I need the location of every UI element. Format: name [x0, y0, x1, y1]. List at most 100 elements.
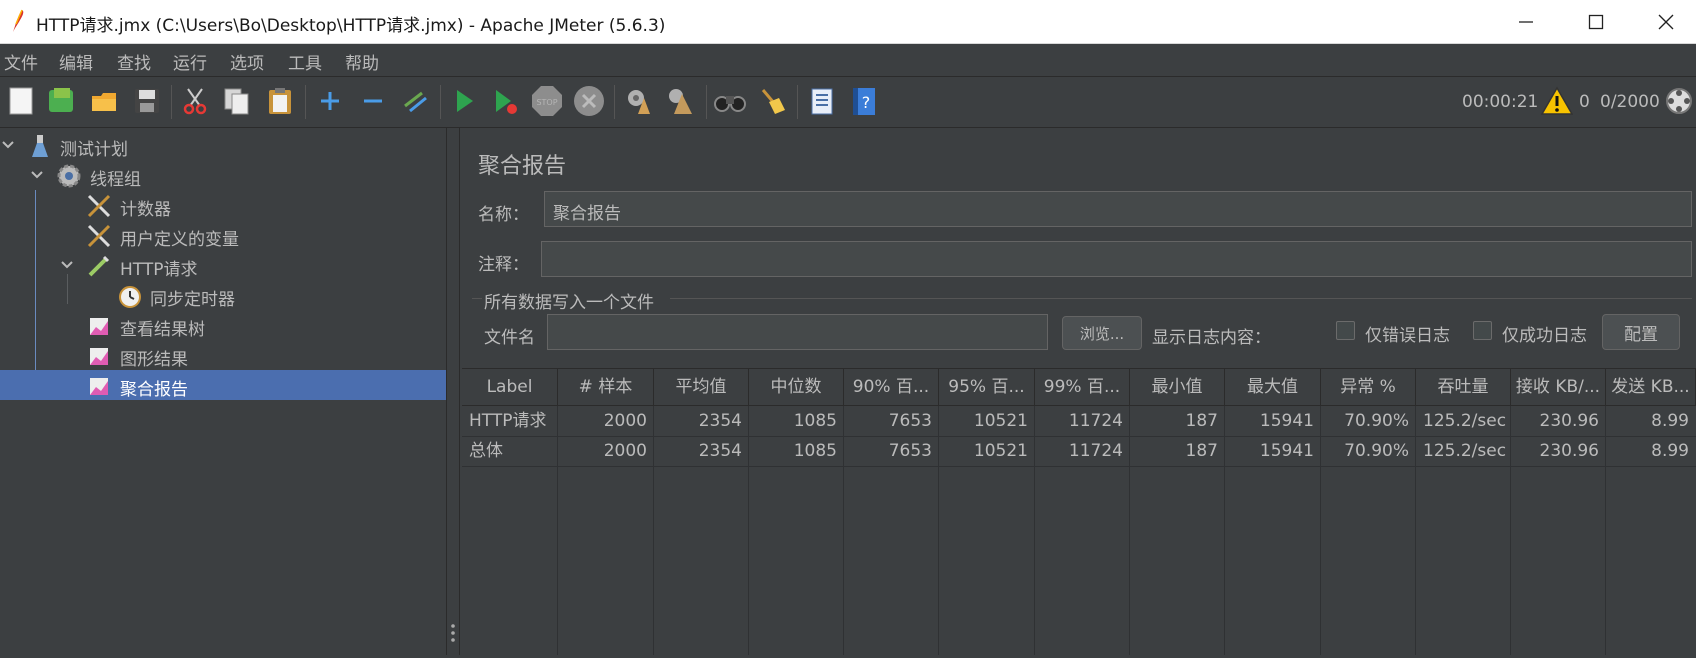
name-label: 名称：	[478, 205, 529, 225]
table-cell[interactable]: 8.99	[1606, 436, 1696, 466]
comment-label: 注释：	[478, 255, 529, 275]
table-cell[interactable]: 8.99	[1606, 406, 1696, 436]
table-cell[interactable]: 10521	[939, 406, 1035, 436]
table-cell[interactable]: 15941	[1225, 406, 1321, 436]
table-cell[interactable]: 15941	[1225, 436, 1321, 466]
open-icon[interactable]	[87, 84, 121, 118]
table-header[interactable]: # 样本	[558, 368, 654, 406]
table-header[interactable]: 异常 %	[1321, 368, 1416, 406]
table-cell[interactable]: 2354	[654, 406, 749, 436]
success-only-checkbox[interactable]	[1473, 321, 1492, 340]
clear-all-icon[interactable]	[664, 84, 698, 118]
menu-tools[interactable]: 工具	[288, 49, 322, 74]
chevron-down-icon[interactable]	[59, 255, 75, 275]
toggle-icon[interactable]	[398, 84, 432, 118]
new-icon[interactable]	[4, 84, 38, 118]
log-display-label: 显示日志内容：	[1152, 328, 1271, 348]
table-cell[interactable]: 7653	[844, 436, 939, 466]
table-header[interactable]: 平均值	[654, 368, 749, 406]
maximize-button[interactable]	[1561, 0, 1631, 44]
name-field[interactable]: 聚合报告	[544, 191, 1692, 227]
table-cell[interactable]: 187	[1130, 406, 1225, 436]
table-header[interactable]: 99% 百...	[1035, 368, 1130, 406]
stop-icon[interactable]: STOP	[530, 84, 564, 118]
tree-item-test-plan[interactable]: 测试计划	[0, 130, 446, 160]
table-cell[interactable]: 2000	[558, 436, 654, 466]
table-cell[interactable]: 230.96	[1511, 406, 1606, 436]
menu-bar: 文件 编辑 查找 运行 选项 工具 帮助	[0, 44, 1696, 77]
listener-icon	[86, 373, 112, 399]
function-helper-icon[interactable]	[805, 84, 839, 118]
remote-status-icon	[1662, 84, 1696, 118]
tree-item-user-variables[interactable]: 用户定义的变量	[0, 220, 446, 250]
table-cell[interactable]: 总体	[462, 436, 558, 466]
tree-item-view-results-tree[interactable]: 查看结果树	[0, 310, 446, 340]
table-header[interactable]: 95% 百...	[939, 368, 1035, 406]
clear-icon[interactable]	[622, 84, 656, 118]
table-cell[interactable]: 2354	[654, 436, 749, 466]
table-header[interactable]: 发送 KB...	[1606, 368, 1696, 406]
table-cell[interactable]: 70.90%	[1321, 406, 1416, 436]
paste-icon[interactable]	[263, 84, 297, 118]
table-cell[interactable]: 7653	[844, 406, 939, 436]
save-icon[interactable]	[130, 84, 164, 118]
table-cell[interactable]: 125.2/sec	[1416, 436, 1511, 466]
tree-item-sync-timer[interactable]: 同步定时器	[0, 280, 446, 310]
reset-search-icon[interactable]	[755, 84, 789, 118]
close-button[interactable]	[1631, 0, 1696, 44]
browse-button[interactable]: 浏览...	[1062, 316, 1142, 350]
split-pane-divider[interactable]	[446, 128, 460, 655]
toolbar: STOP ? 00:00:21 0 0/2000	[0, 77, 1696, 128]
menu-search[interactable]: 查找	[117, 49, 151, 74]
table-header[interactable]: 中位数	[749, 368, 844, 406]
menu-run[interactable]: 运行	[173, 49, 207, 74]
configure-button[interactable]: 配置	[1602, 314, 1680, 350]
filename-field[interactable]	[547, 314, 1048, 350]
minimize-button[interactable]	[1491, 0, 1561, 44]
search-icon[interactable]	[713, 84, 747, 118]
table-cell[interactable]: 11724	[1035, 406, 1130, 436]
menu-file[interactable]: 文件	[4, 49, 38, 74]
start-no-pause-icon[interactable]	[488, 84, 522, 118]
tree-item-counter[interactable]: 计数器	[0, 190, 446, 220]
start-icon[interactable]	[447, 84, 481, 118]
table-header[interactable]: 90% 百...	[844, 368, 939, 406]
shutdown-icon[interactable]	[572, 84, 606, 118]
chevron-down-icon[interactable]	[29, 165, 45, 185]
tree-item-graph-results[interactable]: 图形结果	[0, 340, 446, 370]
warning-icon[interactable]	[1540, 84, 1574, 118]
table-cell[interactable]: 10521	[939, 436, 1035, 466]
menu-help[interactable]: 帮助	[345, 49, 379, 74]
table-header[interactable]: 接收 KB/...	[1511, 368, 1606, 406]
tree-item-thread-group[interactable]: 线程组	[0, 160, 446, 190]
comment-field[interactable]	[541, 241, 1692, 277]
tree-item-aggregate-report[interactable]: 聚合报告	[0, 370, 446, 400]
table-cell[interactable]: 11724	[1035, 436, 1130, 466]
warning-count: 0	[1579, 92, 1590, 112]
test-plan-tree: 测试计划 线程组 计数器 用户定义的变量 HTTP请求 同步定时器 查看结果树 …	[0, 128, 446, 655]
svg-text:?: ?	[862, 93, 871, 112]
table-cell[interactable]: 187	[1130, 436, 1225, 466]
table-header[interactable]: 最小值	[1130, 368, 1225, 406]
menu-options[interactable]: 选项	[230, 49, 264, 74]
table-cell[interactable]: 230.96	[1511, 436, 1606, 466]
table-header[interactable]: Label	[462, 368, 558, 406]
table-header[interactable]: 最大值	[1225, 368, 1321, 406]
cut-icon[interactable]	[178, 84, 212, 118]
tree-item-http-request[interactable]: HTTP请求	[0, 250, 446, 280]
menu-edit[interactable]: 编辑	[59, 49, 93, 74]
expand-icon[interactable]	[313, 84, 347, 118]
table-cell[interactable]: 70.90%	[1321, 436, 1416, 466]
table-cell[interactable]: 125.2/sec	[1416, 406, 1511, 436]
errors-only-checkbox[interactable]	[1336, 321, 1355, 340]
templates-icon[interactable]	[44, 84, 78, 118]
table-cell[interactable]: 2000	[558, 406, 654, 436]
table-cell[interactable]: HTTP请求	[462, 406, 558, 436]
copy-icon[interactable]	[220, 84, 254, 118]
table-header[interactable]: 吞吐量	[1416, 368, 1511, 406]
collapse-icon[interactable]	[356, 84, 390, 118]
table-cell[interactable]: 1085	[749, 436, 844, 466]
help-icon[interactable]: ?	[847, 84, 881, 118]
chevron-down-icon[interactable]	[0, 135, 16, 155]
table-cell[interactable]: 1085	[749, 406, 844, 436]
